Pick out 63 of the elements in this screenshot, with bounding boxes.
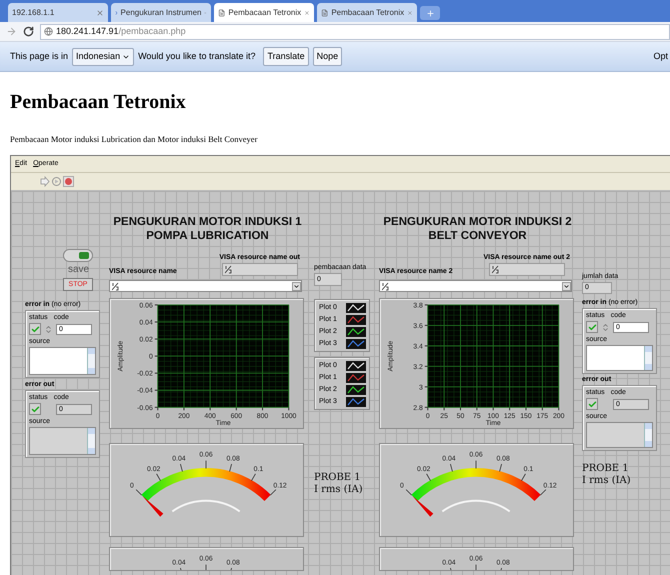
close-icon[interactable]	[96, 8, 104, 16]
plot-line-icon[interactable]	[346, 384, 366, 394]
plot-line-icon[interactable]	[346, 338, 366, 348]
visa-icon	[382, 282, 389, 290]
browser-tab[interactable]: 192.168.1.1	[8, 3, 108, 22]
gauge-needle	[142, 496, 164, 517]
browser-tab[interactable]: Pembacaan Tetronix	[214, 3, 314, 22]
probe-label: PROBE 1 I rms (IA)	[314, 472, 364, 496]
visa-icon	[492, 265, 499, 274]
gauge-needle	[412, 496, 434, 517]
tab-title: Pembacaan Tetronix	[228, 6, 302, 18]
plot-line-icon[interactable]	[346, 326, 366, 336]
translate-bar-button[interactable]: Translate	[263, 47, 309, 66]
globe-icon	[44, 27, 53, 36]
run-continuously-icon[interactable]	[51, 176, 62, 187]
scrollbar[interactable]	[644, 346, 652, 370]
visa-icon	[224, 265, 232, 274]
plus-icon	[426, 8, 434, 18]
dropdown-arrow-icon	[562, 282, 571, 290]
toggle-label: save	[68, 264, 90, 275]
source-field[interactable]	[29, 347, 96, 375]
visa-dropdown[interactable]	[379, 280, 572, 292]
probe-label: PROBE 1 I rms (IA)	[582, 463, 632, 487]
dropdown-arrow-icon	[292, 282, 301, 290]
scrollbar[interactable]	[87, 428, 95, 454]
section-title: PENGUKURAN MOTOR INDUKSI 1 POMPA LUBRICATION	[112, 215, 303, 243]
save-toggle[interactable]	[63, 249, 93, 262]
visa-icon	[112, 282, 119, 290]
tab-title: Pengukuran Instrumen	[120, 6, 202, 18]
tab-title: Pembacaan Tetronix	[331, 6, 404, 18]
spinner-icon[interactable]	[44, 324, 53, 334]
address-bar[interactable]: 180.241.147.91/pembacaan.php	[40, 24, 670, 40]
scrollbar[interactable]	[644, 423, 652, 447]
url-text: 180.241.147.91/pembacaan.php	[56, 24, 186, 38]
close-icon[interactable]	[407, 8, 413, 16]
section-title: PENGUKURAN MOTOR INDUKSI 2 BELT CONVEYOR	[382, 215, 573, 243]
tab-title: 192.168.1.1	[12, 6, 56, 18]
plot-line-icon[interactable]	[346, 372, 366, 382]
page-description: Pembacaan Motor induksi Lubrication dan Motor induksi Belt Conveyer	[10, 134, 258, 145]
plot-line-icon[interactable]	[346, 396, 366, 406]
forward-icon[interactable]	[6, 26, 17, 37]
spinner-icon[interactable]	[601, 322, 610, 332]
close-icon[interactable]	[304, 8, 310, 16]
language-dropdown[interactable]: Indonesian	[72, 48, 134, 66]
run-arrow-icon[interactable]	[39, 176, 50, 187]
source-field[interactable]	[586, 345, 653, 371]
page-icon	[218, 8, 226, 18]
new-tab-button[interactable]	[420, 6, 440, 20]
scrollbar[interactable]	[87, 348, 95, 374]
gauge-hub-arc	[442, 500, 510, 512]
page-heading: Pembacaan Tetronix	[10, 90, 187, 114]
reload-icon[interactable]	[23, 26, 34, 37]
gauge-hub-arc	[172, 500, 240, 512]
page-icon	[321, 8, 328, 18]
browser-tab[interactable]: Pengukuran Instrumen	[111, 3, 211, 22]
options-link[interactable]: Opt	[653, 50, 668, 64]
translate-question: Would you like to translate it?	[138, 50, 256, 63]
plot-line-icon[interactable]	[346, 314, 366, 324]
visa-dropdown[interactable]	[109, 280, 302, 292]
translate-prompt: This page is in	[10, 50, 68, 63]
abort-icon[interactable]	[63, 176, 74, 187]
translate-bar-button[interactable]: Nope	[312, 47, 342, 66]
browser-tab[interactable]: Pembacaan Tetronix	[317, 3, 417, 22]
